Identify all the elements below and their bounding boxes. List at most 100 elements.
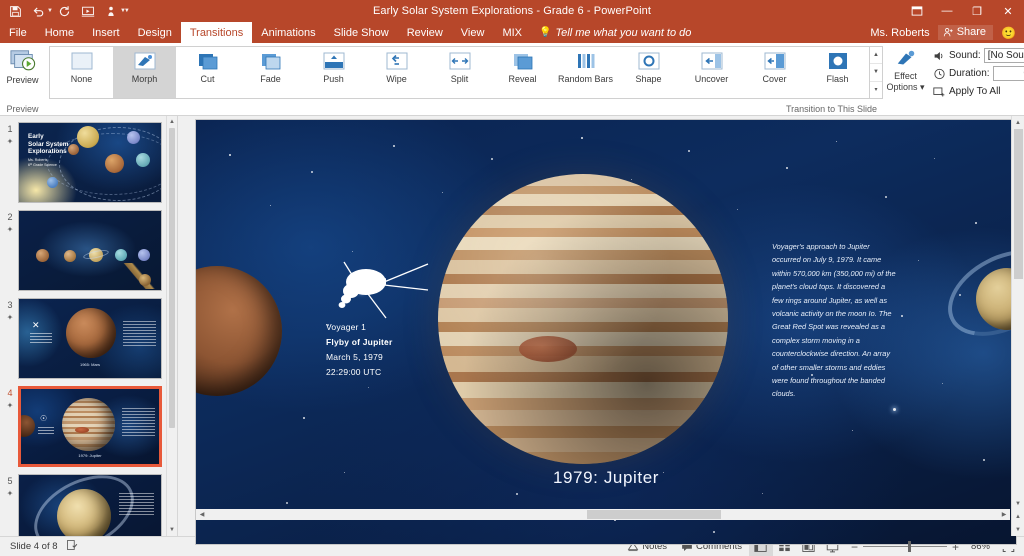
transition-fade-icon bbox=[258, 51, 284, 71]
scroll-up-icon[interactable]: ▲ bbox=[1012, 116, 1024, 129]
thumb1-line3: Explorations bbox=[28, 148, 69, 156]
scroll-down-icon[interactable]: ▼ bbox=[1012, 497, 1024, 510]
transition-cover[interactable]: Cover bbox=[743, 47, 806, 98]
minimize-button[interactable]: — bbox=[932, 0, 962, 22]
share-button[interactable]: Share bbox=[938, 25, 993, 40]
list-item[interactable]: 3 ✦ ✕ 1965: Mars bbox=[0, 298, 177, 379]
caption-event: Flyby of Jupiter bbox=[326, 335, 393, 350]
thumbnail-scroll-up-icon[interactable]: ▲ bbox=[167, 116, 177, 128]
gallery-scroll-down-icon[interactable]: ▼ bbox=[870, 64, 882, 81]
transition-cut[interactable]: Cut bbox=[176, 47, 239, 98]
tell-me-search[interactable]: 💡 Tell me what you want to do bbox=[531, 22, 699, 43]
transition-uncover-label: Uncover bbox=[695, 74, 729, 84]
tab-animations[interactable]: Animations bbox=[252, 22, 324, 43]
ribbon-transitions: Preview Preview None bbox=[0, 43, 1024, 116]
transition-uncover[interactable]: Uncover bbox=[680, 47, 743, 98]
start-presentation-icon[interactable] bbox=[77, 1, 99, 21]
share-label: Share bbox=[957, 26, 986, 38]
transition-flash[interactable]: Flash bbox=[806, 47, 869, 98]
scroll-left-icon[interactable]: ◀ bbox=[196, 509, 208, 520]
list-item[interactable]: 5 ✦ bbox=[0, 474, 177, 536]
transition-star-icon[interactable]: ✦ bbox=[2, 312, 18, 323]
slide-canvas[interactable]: Voyager 1 Flyby of Jupiter March 5, 1979… bbox=[196, 120, 1016, 544]
accessibility-checker-icon[interactable] bbox=[66, 539, 78, 554]
thumbnail-scroll-thumb[interactable] bbox=[169, 128, 175, 428]
slide-thumbnail-4[interactable]: ☉ 1979: Jupiter bbox=[18, 386, 162, 467]
list-item[interactable]: 2 ✦ bbox=[0, 210, 177, 291]
tab-slide-show[interactable]: Slide Show bbox=[325, 22, 398, 43]
transition-fade[interactable]: Fade bbox=[239, 47, 302, 98]
tab-view[interactable]: View bbox=[452, 22, 494, 43]
transition-none[interactable]: None bbox=[50, 47, 113, 98]
preview-button[interactable]: Preview bbox=[0, 46, 45, 85]
transition-star-icon[interactable]: ✦ bbox=[2, 400, 18, 411]
thumbnail-scrollbar[interactable]: ▲ ▼ bbox=[166, 116, 177, 536]
slide-counter[interactable]: Slide 4 of 8 bbox=[10, 541, 58, 552]
sound-combobox[interactable]: [No Sound] ▼ bbox=[984, 48, 1024, 63]
transition-random-bars[interactable]: Random Bars bbox=[554, 47, 617, 98]
previous-slide-icon[interactable]: ▲ bbox=[1012, 510, 1024, 523]
touch-mode-icon[interactable] bbox=[100, 1, 122, 21]
jupiter-planet[interactable] bbox=[438, 174, 728, 464]
transition-shape[interactable]: Shape bbox=[617, 47, 680, 98]
ribbon-tabs: File Home Insert Design Transitions Anim… bbox=[0, 22, 1024, 43]
redo-icon[interactable] bbox=[54, 1, 76, 21]
transition-star-icon[interactable]: ✦ bbox=[2, 224, 18, 235]
effect-options-button[interactable]: Effect Options ▾ bbox=[883, 46, 928, 92]
zoom-slider-handle[interactable] bbox=[908, 541, 911, 552]
maximize-button[interactable]: ❐ bbox=[962, 0, 992, 22]
transition-star-icon[interactable]: ✦ bbox=[2, 488, 18, 499]
slide-thumbnail-5[interactable] bbox=[18, 474, 162, 536]
transition-reveal-label: Reveal bbox=[508, 74, 536, 84]
gallery-scroll-up-icon[interactable]: ▲ bbox=[870, 47, 882, 64]
slide-caption-block[interactable]: Voyager 1 Flyby of Jupiter March 5, 1979… bbox=[326, 320, 393, 380]
transition-star-icon[interactable]: ✦ bbox=[2, 136, 18, 147]
slide-thumbnail-1[interactable]: Early Solar System Explorations Ms. Robe… bbox=[18, 122, 162, 203]
transition-gallery[interactable]: None Morph Cut bbox=[49, 46, 883, 99]
thumbnail-scroll-down-icon[interactable]: ▼ bbox=[167, 524, 177, 536]
customize-qat-icon[interactable]: ▼ bbox=[124, 8, 130, 14]
vertical-scroll-thumb[interactable] bbox=[1014, 129, 1023, 279]
apply-to-all-row[interactable]: Apply To All bbox=[933, 84, 1024, 99]
list-item[interactable]: 4 ✦ ☉ 1979: Jupiter bbox=[0, 386, 177, 467]
transition-reveal-icon bbox=[510, 51, 536, 71]
slide-body-text[interactable]: Voyager's approach to Jupiter occurred o… bbox=[772, 240, 898, 401]
transition-reveal[interactable]: Reveal bbox=[491, 47, 554, 98]
save-icon[interactable] bbox=[4, 1, 26, 21]
ribbon-display-options-icon[interactable] bbox=[902, 0, 932, 22]
scroll-right-icon[interactable]: ▶ bbox=[998, 509, 1010, 520]
zoom-slider[interactable] bbox=[863, 541, 947, 553]
horizontal-scroll-track[interactable] bbox=[208, 509, 998, 520]
slide-thumbnail-2[interactable] bbox=[18, 210, 162, 291]
effect-options-line1: Effect bbox=[894, 71, 917, 81]
transition-morph[interactable]: Morph bbox=[113, 47, 176, 98]
tab-file[interactable]: File bbox=[0, 22, 36, 43]
smiley-face-icon[interactable]: 🙂 bbox=[1001, 26, 1016, 40]
gallery-more-icon[interactable]: ▾ bbox=[870, 82, 882, 98]
slide-horizontal-scrollbar[interactable]: ◀ ▶ bbox=[196, 509, 1010, 520]
duration-input[interactable]: 02.00 bbox=[993, 66, 1024, 81]
tab-insert[interactable]: Insert bbox=[83, 22, 129, 43]
slide-thumbnail-list: 1 ✦ Early bbox=[0, 116, 177, 536]
slide-thumbnail-3[interactable]: ✕ 1965: Mars bbox=[18, 298, 162, 379]
transition-morph-icon bbox=[132, 51, 158, 71]
horizontal-scroll-thumb[interactable] bbox=[587, 510, 721, 519]
tab-transitions[interactable]: Transitions bbox=[181, 22, 252, 43]
transition-push[interactable]: Push bbox=[302, 47, 365, 98]
close-button[interactable]: ✕ bbox=[992, 0, 1024, 22]
undo-icon[interactable] bbox=[27, 1, 49, 21]
tab-mix[interactable]: MIX bbox=[493, 22, 531, 43]
user-name[interactable]: Ms. Roberts bbox=[870, 27, 929, 39]
transition-split[interactable]: Split bbox=[428, 47, 491, 98]
tab-design[interactable]: Design bbox=[129, 22, 181, 43]
transition-wipe[interactable]: Wipe bbox=[365, 47, 428, 98]
list-item[interactable]: 1 ✦ Early bbox=[0, 122, 177, 203]
undo-dropdown-icon[interactable]: ▼ bbox=[47, 8, 53, 14]
transition-shape-icon bbox=[636, 51, 662, 71]
tab-home[interactable]: Home bbox=[36, 22, 83, 43]
tab-review[interactable]: Review bbox=[398, 22, 452, 43]
next-slide-icon[interactable]: ▼ bbox=[1012, 523, 1024, 536]
slide-vertical-scrollbar[interactable]: ▲ ▼ ▲ ▼ bbox=[1011, 116, 1024, 536]
gallery-scroll-buttons[interactable]: ▲ ▼ ▾ bbox=[869, 47, 882, 98]
slide-title-text[interactable]: 1979: Jupiter bbox=[196, 468, 1016, 488]
